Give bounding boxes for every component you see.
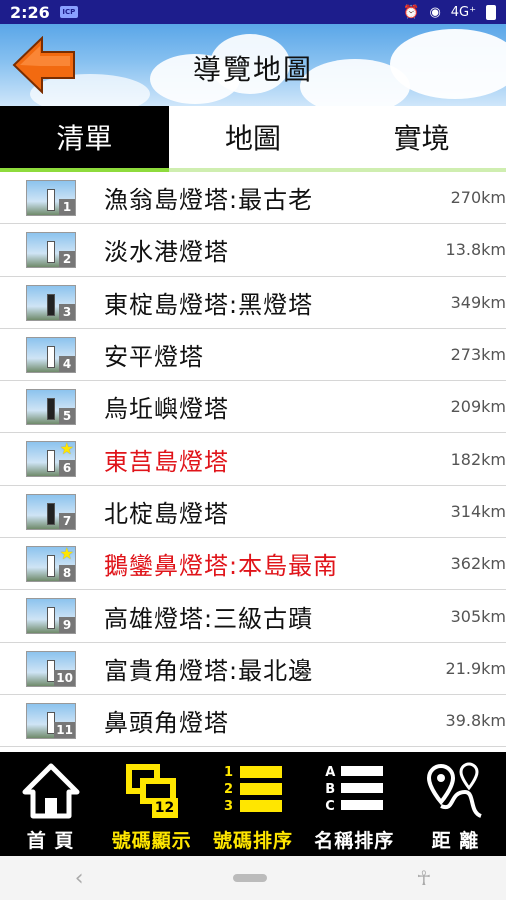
item-name: 漁翁島燈塔:最古老: [104, 186, 314, 215]
number-sort-button[interactable]: 1 2 3 號碼排序: [202, 752, 303, 856]
item-number: 3: [59, 303, 75, 320]
status-time: 2:26: [10, 2, 50, 22]
alarm-icon: ⏰: [403, 4, 420, 20]
accessibility-icon[interactable]: ☥: [416, 866, 431, 890]
status-icons: ⏰ ◉ 4G⁺: [403, 4, 496, 20]
number-sort-icon: 1 2 3: [218, 762, 288, 820]
item-name: 東莒島燈塔: [104, 447, 229, 476]
lighthouse-thumbnail: 9: [26, 598, 76, 635]
lighthouse-thumbnail: ★ 8: [26, 546, 76, 583]
item-distance: 273km: [450, 345, 506, 365]
item-distance: 209km: [450, 397, 506, 417]
name-sort-label: 名稱排序: [314, 830, 395, 852]
star-icon: ★: [59, 441, 74, 459]
sort-digit: 3: [224, 799, 234, 814]
number-sort-label: 號碼排序: [213, 830, 294, 852]
home-button[interactable]: 首 頁: [0, 752, 101, 856]
distance-button[interactable]: 距 離: [405, 752, 506, 856]
number-display-icon: 12: [122, 762, 182, 820]
page-title: 導覽地圖: [192, 53, 313, 86]
lighthouse-thumbnail: 2: [26, 232, 76, 269]
notification-icon: ICP: [59, 6, 78, 18]
item-name: 烏坵嶼燈塔: [104, 395, 229, 424]
list-item[interactable]: 10 富貴角燈塔:最北邊 21.9km: [0, 643, 506, 695]
item-number: 5: [59, 408, 75, 425]
item-distance: 21.9km: [445, 658, 506, 678]
item-name: 安平燈塔: [104, 343, 204, 372]
item-distance: 270km: [450, 188, 506, 208]
sort-letter: C: [325, 799, 335, 814]
status-bar: 2:26 ICP ⏰ ◉ 4G⁺: [0, 0, 506, 24]
item-distance: 39.8km: [445, 711, 506, 731]
item-name: 高雄燈塔:三級古蹟: [104, 604, 314, 633]
item-number: 8: [59, 565, 75, 582]
item-name: 富貴角燈塔:最北邊: [104, 656, 314, 685]
item-number: 7: [59, 512, 75, 529]
tab-map[interactable]: 地圖: [169, 106, 338, 168]
item-name: 淡水港燈塔: [104, 238, 229, 267]
list-item[interactable]: 3 東椗島燈塔:黑燈塔 349km: [0, 277, 506, 329]
star-icon: ★: [59, 546, 74, 564]
header: 導覽地圖: [0, 24, 506, 106]
lighthouse-thumbnail: ★ 6: [26, 441, 76, 478]
home-label: 首 頁: [26, 830, 75, 852]
item-number: 10: [54, 669, 75, 686]
lighthouse-thumbnail: 10: [26, 650, 76, 687]
list-item[interactable]: 11 鼻頭角燈塔 39.8km: [0, 695, 506, 748]
item-distance: 314km: [450, 501, 506, 521]
lighthouse-thumbnail: 4: [26, 336, 76, 373]
item-number: 4: [59, 355, 75, 372]
item-name: 東椗島燈塔:黑燈塔: [104, 290, 314, 319]
distance-route-icon: [425, 762, 485, 820]
item-number: 9: [59, 617, 75, 634]
bottom-toolbar: 首 頁 12 號碼顯示 1 2 3 號碼排序 A B C 名稱排序 距 離: [0, 752, 506, 856]
lighthouse-thumbnail: 1: [26, 180, 76, 216]
item-number: 2: [59, 251, 75, 268]
tab-bar: 清單 地圖 實境: [0, 106, 506, 172]
list-item[interactable]: ★ 6 東莒島燈塔 182km: [0, 433, 506, 486]
sort-digit: 2: [224, 782, 234, 797]
lighthouse-thumbnail: 11: [26, 702, 76, 739]
item-number: 11: [54, 721, 75, 738]
list-item[interactable]: 2 淡水港燈塔 13.8km: [0, 224, 506, 277]
item-name: 鼻頭角燈塔: [104, 709, 229, 738]
name-sort-icon: A B C: [319, 762, 389, 820]
tab-list[interactable]: 清單: [0, 106, 169, 172]
number-display-label: 號碼顯示: [111, 830, 192, 852]
item-number: 1: [59, 199, 75, 215]
sort-letter: B: [325, 782, 336, 797]
number-display-button[interactable]: 12 號碼顯示: [101, 752, 202, 856]
item-distance: 182km: [450, 449, 506, 469]
system-nav-bar: ‹ ☥: [0, 856, 506, 900]
nav-home-pill[interactable]: [232, 874, 267, 882]
sort-letter: A: [325, 765, 336, 780]
tab-ar-view[interactable]: 實境: [337, 106, 506, 168]
item-name: 北椗島燈塔: [104, 499, 229, 528]
list-item[interactable]: 5 烏坵嶼燈塔 209km: [0, 381, 506, 434]
item-distance: 349km: [450, 292, 506, 312]
nav-back-icon[interactable]: ‹: [75, 866, 84, 891]
battery-icon: [486, 4, 496, 20]
location-icon: ◉: [429, 4, 441, 20]
item-number: 6: [59, 460, 75, 477]
distance-label: 距 離: [431, 830, 480, 852]
lighthouse-thumbnail: 7: [26, 493, 76, 530]
item-distance: 362km: [450, 554, 506, 574]
list-item[interactable]: ★ 8 鵝鑾鼻燈塔:本島最南 362km: [0, 538, 506, 591]
list-item[interactable]: 7 北椗島燈塔 314km: [0, 486, 506, 539]
network-label: 4G⁺: [450, 4, 476, 20]
item-distance: 305km: [450, 606, 506, 626]
lighthouse-thumbnail: 5: [26, 389, 76, 426]
list-item[interactable]: 4 安平燈塔 273km: [0, 329, 506, 382]
item-distance: 13.8km: [445, 240, 506, 260]
lighthouse-list: 1 漁翁島燈塔:最古老 270km 2 淡水港燈塔 13.8km 3 東椗島燈塔…: [0, 172, 506, 752]
item-name: 鵝鑾鼻燈塔:本島最南: [104, 552, 339, 581]
sort-digit: 1: [224, 765, 234, 780]
list-item[interactable]: 9 高雄燈塔:三級古蹟 305km: [0, 590, 506, 643]
number-badge: 12: [154, 800, 175, 816]
lighthouse-thumbnail: 3: [26, 284, 76, 321]
home-icon: [21, 762, 81, 820]
list-item[interactable]: 1 漁翁島燈塔:最古老 270km: [0, 172, 506, 225]
name-sort-button[interactable]: A B C 名稱排序: [304, 752, 405, 856]
